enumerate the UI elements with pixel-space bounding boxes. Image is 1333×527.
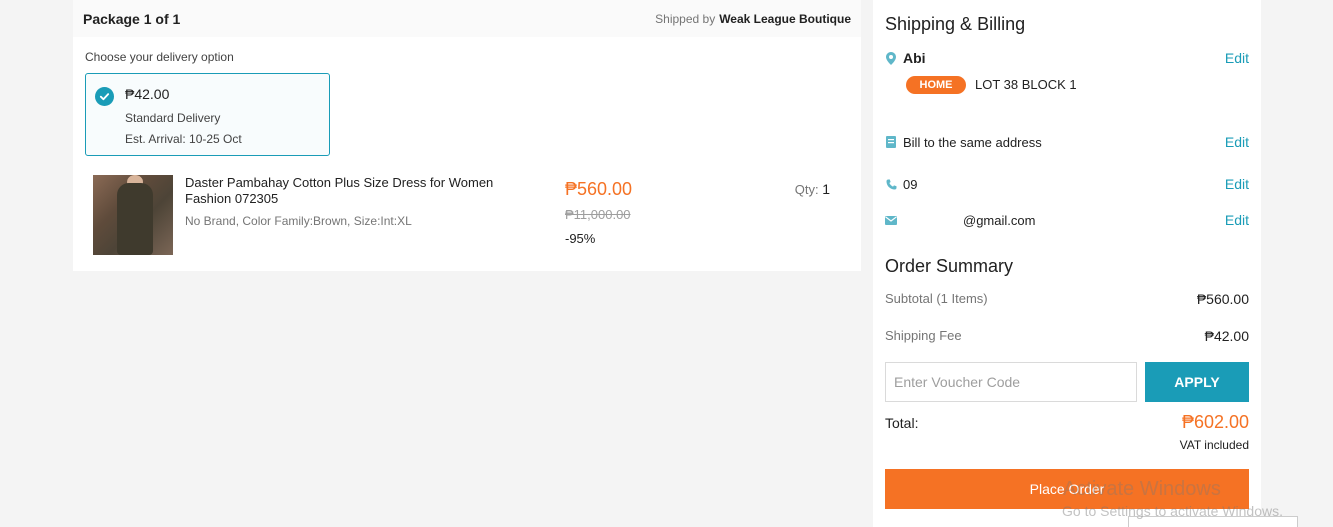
email-icon: [885, 213, 897, 227]
product-name[interactable]: Daster Pambahay Cotton Plus Size Dress f…: [185, 175, 535, 207]
product-image[interactable]: [93, 175, 173, 255]
product-price: ₱560.00: [565, 179, 633, 199]
subtotal-value: ₱560.00: [1196, 291, 1249, 307]
shipping-heading: Shipping & Billing: [885, 14, 1026, 34]
delivery-price: ₱42.00: [125, 86, 170, 102]
edit-phone-link[interactable]: Edit: [1225, 176, 1249, 192]
quantity-value: 1: [822, 181, 830, 197]
recipient-name: Abi: [903, 50, 926, 66]
product-variant: No Brand, Color Family:Brown, Size:Int:X…: [185, 214, 412, 228]
bill-icon: [885, 135, 897, 149]
total-value: ₱602.00: [1181, 412, 1249, 432]
edit-email-link[interactable]: Edit: [1225, 212, 1249, 228]
recipient-row: Abi Edit: [885, 50, 1249, 66]
subtotal-row: Subtotal (1 Items) ₱560.00: [885, 291, 1249, 307]
phone-number: 09: [903, 176, 918, 192]
package-title: Package 1 of 1: [83, 10, 181, 27]
vat-note: VAT included: [1179, 438, 1249, 452]
taskbar-popup-edge: [1128, 516, 1298, 527]
delivery-option-card[interactable]: ₱42.00 Standard Delivery Est. Arrival: 1…: [85, 73, 330, 156]
package-card: Package 1 of 1 Shipped by Weak League Bou…: [73, 0, 861, 271]
product-discount: -95%: [565, 231, 596, 246]
quantity-label: Qty:: [794, 182, 819, 197]
shipped-by: Shipped by Weak League Boutique: [655, 12, 851, 26]
product-original-price: ₱11,000.00: [565, 207, 631, 222]
phone-row: 09 Edit: [885, 176, 1249, 192]
address-type-badge: HOME: [906, 76, 966, 94]
product-image-dress: [117, 183, 153, 255]
edit-address-link[interactable]: Edit: [1225, 50, 1249, 66]
package-header: Package 1 of 1 Shipped by Weak League Bou…: [73, 0, 861, 37]
total-label: Total:: [885, 415, 919, 431]
shipped-by-label: Shipped by: [655, 11, 716, 26]
subtotal-label: Subtotal (1 Items): [885, 291, 988, 306]
order-summary-heading: Order Summary: [885, 256, 1014, 276]
seller-name[interactable]: Weak League Boutique: [719, 12, 851, 26]
delivery-name: Standard Delivery: [125, 111, 221, 125]
shipping-fee-label: Shipping Fee: [885, 328, 962, 343]
email-row: @gmail.com Edit: [885, 212, 1249, 228]
apply-voucher-button[interactable]: APPLY: [1145, 362, 1249, 402]
email-address: @gmail.com: [963, 212, 1036, 228]
phone-icon: [885, 177, 897, 191]
checkout-sidebar: Shipping & Billing Abi Edit HOME LOT 38 …: [873, 0, 1261, 527]
billing-text: Bill to the same address: [903, 134, 1042, 150]
billing-row: Bill to the same address Edit: [885, 134, 1249, 150]
delivery-arrival: Est. Arrival: 10-25 Oct: [125, 132, 242, 146]
shipping-fee-row: Shipping Fee ₱42.00: [885, 328, 1249, 344]
check-circle-icon: [95, 87, 114, 106]
shipping-fee-value: ₱42.00: [1204, 328, 1249, 344]
place-order-button[interactable]: Place Order: [885, 469, 1249, 509]
location-pin-icon: [885, 51, 897, 65]
product-quantity: Qty: 1: [795, 181, 830, 197]
address-text: LOT 38 BLOCK 1: [975, 77, 1077, 92]
voucher-code-input[interactable]: [885, 362, 1137, 402]
delivery-option-label: Choose your delivery option: [85, 50, 234, 64]
edit-billing-link[interactable]: Edit: [1225, 134, 1249, 150]
